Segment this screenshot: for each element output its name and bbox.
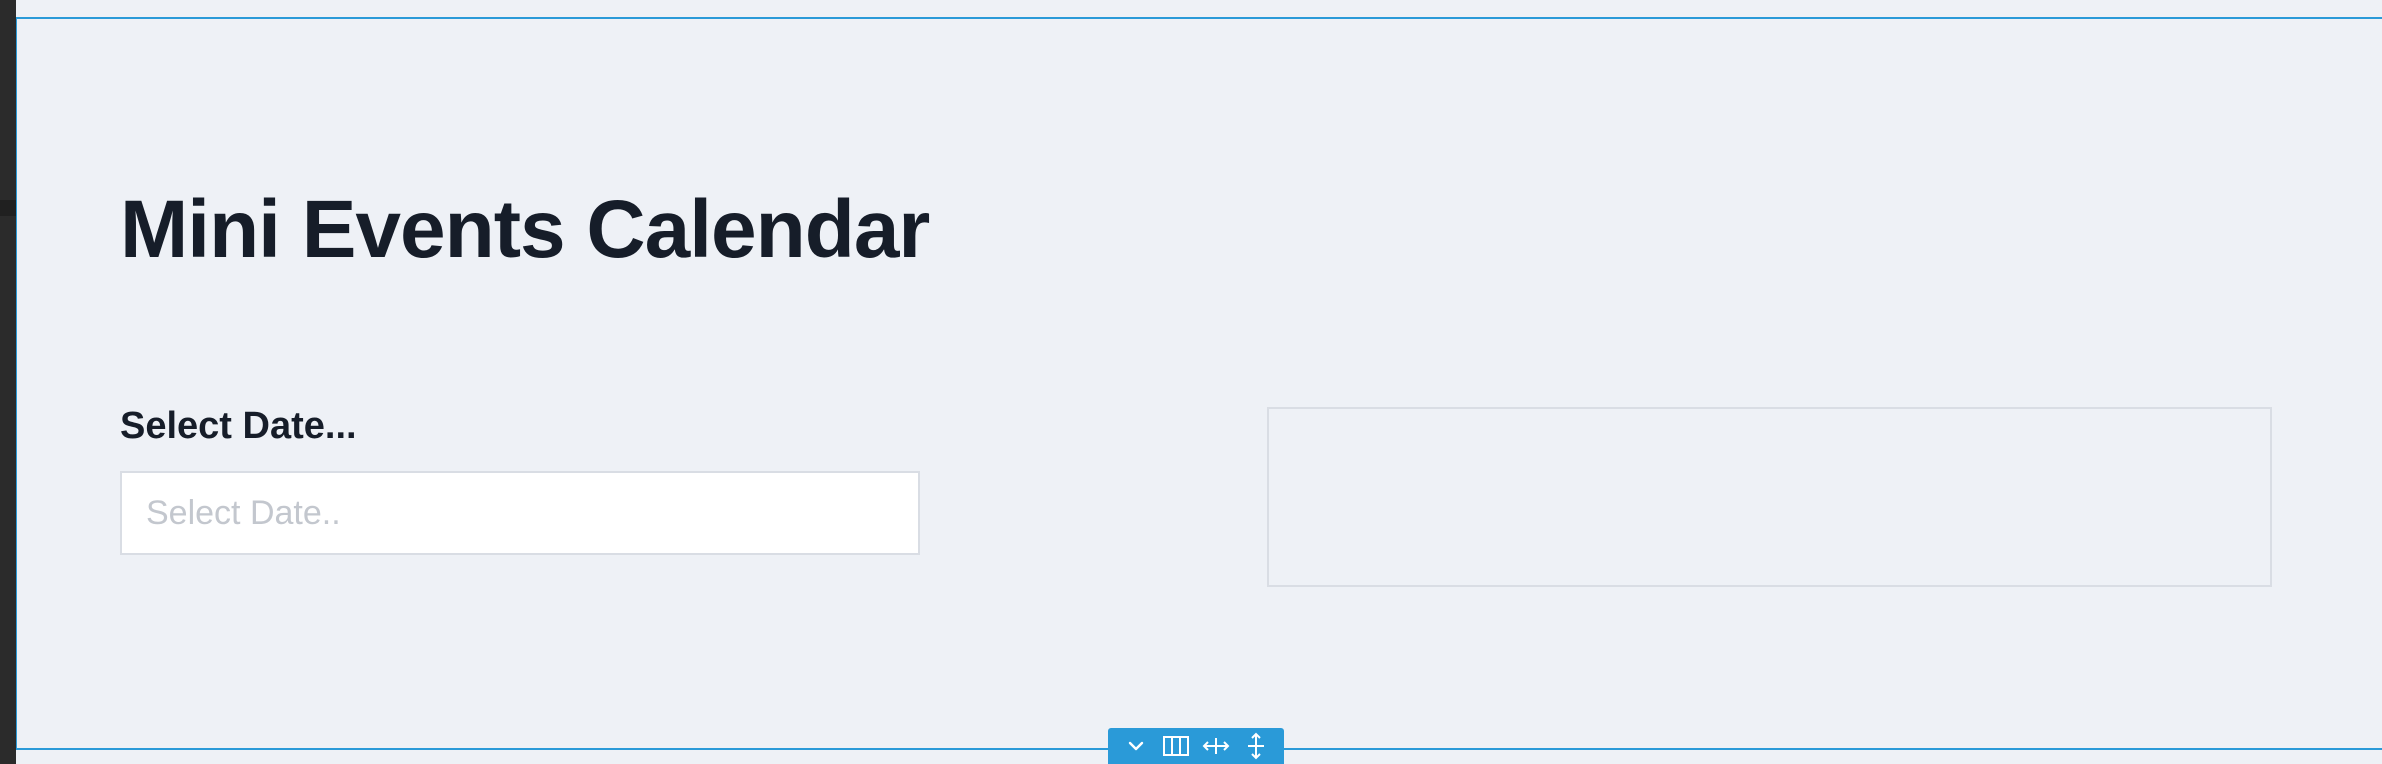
editor-canvas: Mini Events Calendar Select Date... (0, 0, 2382, 764)
page-title: Mini Events Calendar (120, 184, 930, 275)
columns-icon[interactable] (1161, 731, 1191, 761)
resize-horizontal-icon[interactable] (1201, 731, 1231, 761)
section-toolbar (1108, 728, 1284, 764)
chevron-down-icon[interactable] (1121, 731, 1151, 761)
select-date-input[interactable] (120, 471, 920, 555)
editor-left-edge (0, 0, 16, 764)
events-list-panel (1267, 407, 2272, 587)
select-date-label: Select Date... (120, 405, 357, 447)
resize-vertical-icon[interactable] (1241, 731, 1271, 761)
selected-section-outline[interactable] (16, 17, 2382, 750)
